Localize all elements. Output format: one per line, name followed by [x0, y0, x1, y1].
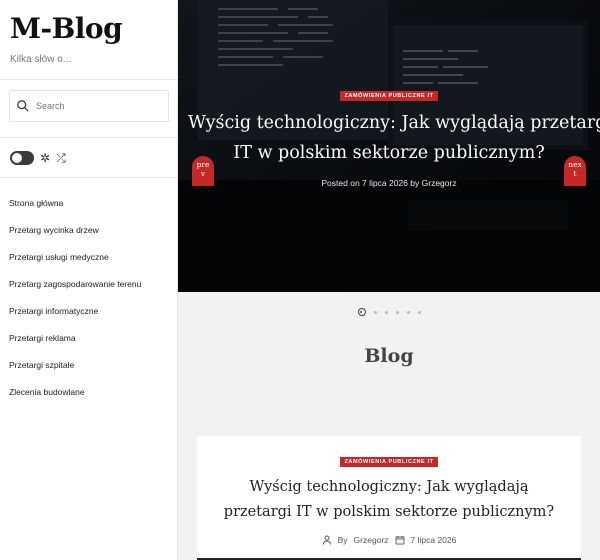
- hero-date-link[interactable]: 7 lipca 2026: [362, 178, 408, 188]
- hero-by-prefix: by: [410, 178, 420, 188]
- nav-item-uslugi-medyczne[interactable]: Przetargi usługi medyczne: [0, 244, 177, 271]
- prev-label-line-2: v: [200, 169, 206, 178]
- card-title[interactable]: Wyścig technologiczny: Jak wyglądają prz…: [197, 475, 581, 525]
- post-card: ZAMÓWIENIA PUBLICZNE IT Wyścig technolog…: [197, 436, 581, 560]
- search-section: [0, 80, 177, 138]
- card-date-link[interactable]: 7 lipca 2026: [411, 535, 457, 545]
- hero-content: ZAMÓWIENIA PUBLICZNE IT Wyścig technolog…: [178, 84, 600, 188]
- sidebar: M-Blog Kilka słów o... ✲ ⤮ Strona główna…: [0, 0, 178, 560]
- slider-dot-2[interactable]: [373, 310, 377, 314]
- gear-icon[interactable]: ✲: [40, 151, 50, 165]
- site-tagline: Kilka słów o...: [10, 54, 72, 65]
- prev-slide-button[interactable]: pre v: [192, 156, 214, 186]
- blog-heading: Blog: [364, 345, 414, 367]
- slider-dot-4[interactable]: [395, 310, 399, 314]
- search-box[interactable]: [9, 90, 169, 122]
- nav-item-home[interactable]: Strona główna: [0, 190, 177, 217]
- slider-dots: [178, 306, 600, 318]
- hero-author-link[interactable]: Grzegorz: [422, 178, 457, 188]
- slider-dot-5[interactable]: [406, 310, 410, 314]
- nav-item-wycinka-drzew[interactable]: Przetarg wycinka drzew: [0, 217, 177, 244]
- card-category-badge[interactable]: ZAMÓWIENIA PUBLICZNE IT: [340, 457, 438, 467]
- slider-dot-3[interactable]: [384, 310, 388, 314]
- brand: M-Blog Kilka słów o...: [0, 0, 177, 80]
- hero-posted-prefix: Posted on: [321, 178, 360, 188]
- card-author-link[interactable]: Grzegorz: [354, 535, 389, 545]
- hero-slider: ZAMÓWIENIA PUBLICZNE IT Wyścig technolog…: [178, 0, 600, 292]
- next-slide-button[interactable]: nex t: [564, 156, 586, 186]
- search-icon: [17, 100, 29, 112]
- user-icon: [322, 535, 331, 545]
- hero-title-line-2: IT w polskim sektorze publicznym?: [233, 143, 545, 163]
- hero-title-line-1: Wyścig technologiczny: Jak wyglądają prz…: [188, 113, 600, 133]
- search-input[interactable]: [36, 101, 156, 111]
- next-label-line-1: nex: [568, 160, 582, 169]
- site-title[interactable]: M-Blog: [10, 12, 167, 46]
- next-label-line-2: t: [573, 169, 577, 178]
- card-meta: By Grzegorz 7 lipca 2026: [197, 535, 581, 545]
- nav-item-budowlane[interactable]: Zlecenia budowlane: [0, 379, 177, 406]
- hero-category-badge[interactable]: ZAMÓWIENIA PUBLICZNE IT: [340, 91, 438, 101]
- main-nav: Strona główna Przetarg wycinka drzew Prz…: [0, 178, 177, 406]
- nav-item-reklama[interactable]: Przetargi reklama: [0, 325, 177, 352]
- toggle-icon[interactable]: [10, 150, 34, 165]
- nav-item-szpitale[interactable]: Przetargi szpitale: [0, 352, 177, 379]
- nav-item-informatyczne[interactable]: Przetargi informatyczne: [0, 298, 177, 325]
- hero-meta: Posted on 7 lipca 2026 by Grzegorz: [178, 178, 600, 188]
- slider-dot-6[interactable]: [417, 310, 421, 314]
- card-by-prefix: By: [337, 535, 348, 545]
- toggle-knob: [12, 152, 22, 163]
- shuffle-icon[interactable]: ⤮: [56, 151, 66, 165]
- calendar-icon: [395, 536, 404, 545]
- controls-bar: ✲ ⤮: [0, 138, 177, 178]
- hero-title[interactable]: Wyścig technologiczny: Jak wyglądają prz…: [178, 108, 600, 168]
- prev-label-line-1: pre: [196, 160, 210, 169]
- slider-dot-1[interactable]: [357, 308, 366, 316]
- nav-item-zagospodarowanie-terenu[interactable]: Przetarg zagospodarowanie terenu: [0, 271, 177, 298]
